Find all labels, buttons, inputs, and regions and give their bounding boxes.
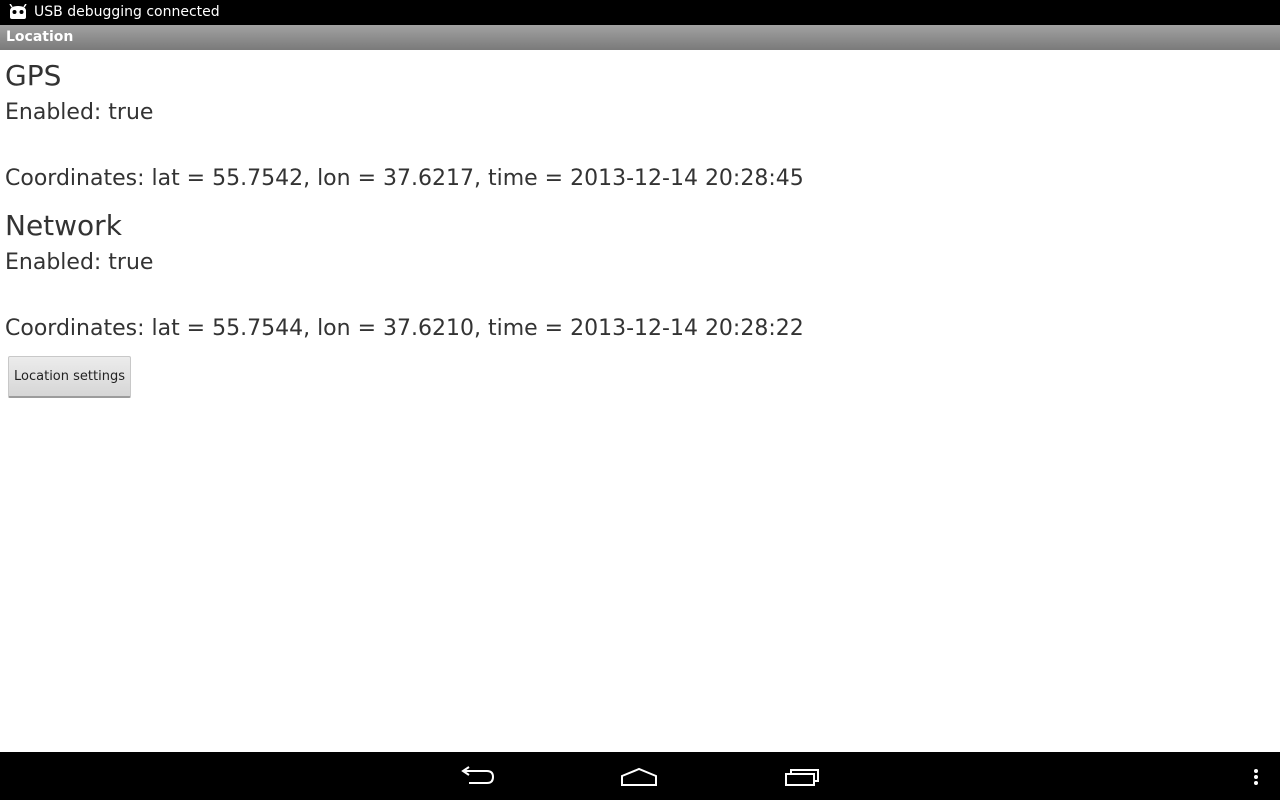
android-debug-icon	[8, 3, 28, 20]
location-settings-button[interactable]: Location settings	[8, 356, 131, 398]
overflow-menu-icon[interactable]	[1246, 764, 1266, 790]
navigation-bar	[0, 752, 1280, 800]
status-bar: USB debugging connected	[0, 0, 1280, 25]
network-title: Network	[5, 209, 122, 242]
action-bar: Location	[0, 25, 1280, 50]
network-enabled: Enabled: true	[5, 250, 154, 275]
status-notification-text: USB debugging connected	[34, 4, 220, 20]
home-icon[interactable]	[619, 764, 659, 790]
back-icon[interactable]	[457, 764, 497, 790]
gps-enabled: Enabled: true	[5, 100, 154, 125]
gps-coordinates: Coordinates: lat = 55.7542, lon = 37.621…	[5, 166, 804, 191]
main-content: GPS Enabled: true Coordinates: lat = 55.…	[0, 50, 1280, 752]
app-title: Location	[6, 29, 74, 45]
network-coordinates: Coordinates: lat = 55.7544, lon = 37.621…	[5, 316, 804, 341]
recents-icon[interactable]	[782, 764, 822, 790]
gps-title: GPS	[5, 59, 62, 92]
